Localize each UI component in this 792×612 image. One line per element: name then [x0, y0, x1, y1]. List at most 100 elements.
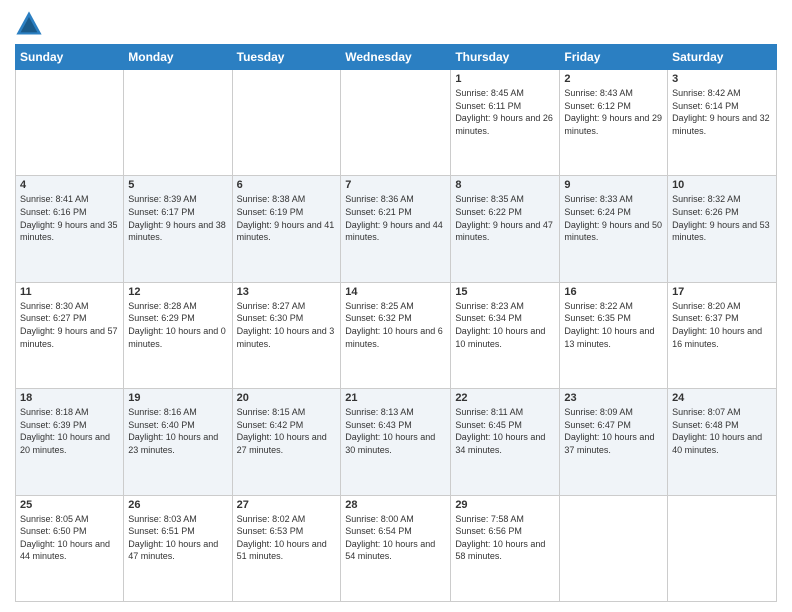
- calendar-cell: [668, 495, 777, 601]
- calendar-cell: 12Sunrise: 8:28 AM Sunset: 6:29 PM Dayli…: [124, 282, 232, 388]
- logo: [15, 10, 47, 38]
- day-info: Sunrise: 8:22 AM Sunset: 6:35 PM Dayligh…: [564, 300, 663, 350]
- header: [15, 10, 777, 38]
- day-info: Sunrise: 8:15 AM Sunset: 6:42 PM Dayligh…: [237, 406, 337, 456]
- week-row-2: 4 Sunrise: 8:41 AM Sunset: 6:16 PM Daylig…: [16, 176, 777, 282]
- day-info: Sunrise: 8:00 AM Sunset: 6:54 PM Dayligh…: [345, 513, 446, 563]
- calendar-cell: 24Sunrise: 8:07 AM Sunset: 6:48 PM Dayli…: [668, 389, 777, 495]
- week-row-1: 1 Sunrise: 8:45 AM Sunset: 6:11 PM Daylig…: [16, 70, 777, 176]
- calendar-cell: 29Sunrise: 7:58 AM Sunset: 6:56 PM Dayli…: [451, 495, 560, 601]
- day-info: Sunrise: 8:13 AM Sunset: 6:43 PM Dayligh…: [345, 406, 446, 456]
- header-row: SundayMondayTuesdayWednesdayThursdayFrid…: [16, 45, 777, 70]
- day-info: Sunrise: 8:05 AM Sunset: 6:50 PM Dayligh…: [20, 513, 119, 563]
- day-info: Sunrise: 7:58 AM Sunset: 6:56 PM Dayligh…: [455, 513, 555, 563]
- day-info: Sunrise: 8:35 AM Sunset: 6:22 PM Dayligh…: [455, 193, 555, 243]
- day-number: 5: [128, 179, 227, 191]
- day-info: Sunrise: 8:25 AM Sunset: 6:32 PM Dayligh…: [345, 300, 446, 350]
- day-info: Sunrise: 8:36 AM Sunset: 6:21 PM Dayligh…: [345, 193, 446, 243]
- day-number: 1: [455, 73, 555, 85]
- calendar-cell: 7 Sunrise: 8:36 AM Sunset: 6:21 PM Daylig…: [341, 176, 451, 282]
- day-number: 14: [345, 286, 446, 298]
- day-number: 20: [237, 392, 337, 404]
- calendar-cell: 15Sunrise: 8:23 AM Sunset: 6:34 PM Dayli…: [451, 282, 560, 388]
- day-number: 13: [237, 286, 337, 298]
- calendar-cell: 5 Sunrise: 8:39 AM Sunset: 6:17 PM Daylig…: [124, 176, 232, 282]
- calendar-cell: 1 Sunrise: 8:45 AM Sunset: 6:11 PM Daylig…: [451, 70, 560, 176]
- day-number: 18: [20, 392, 119, 404]
- calendar-cell: 10 Sunrise: 8:32 AM Sunset: 6:26 PM Dayli…: [668, 176, 777, 282]
- day-number: 10: [672, 179, 772, 191]
- calendar-cell: 20 Sunrise: 8:15 AM Sunset: 6:42 PM Dayli…: [232, 389, 341, 495]
- calendar-cell: 22 Sunrise: 8:11 AM Sunset: 6:45 PM Dayli…: [451, 389, 560, 495]
- day-number: 17: [672, 286, 772, 298]
- day-number: 9: [564, 179, 663, 191]
- day-info: Sunrise: 8:45 AM Sunset: 6:11 PM Dayligh…: [455, 87, 555, 137]
- calendar-cell: 2 Sunrise: 8:43 AM Sunset: 6:12 PM Daylig…: [560, 70, 668, 176]
- day-info: Sunrise: 8:33 AM Sunset: 6:24 PM Dayligh…: [564, 193, 663, 243]
- day-number: 7: [345, 179, 446, 191]
- calendar-cell: 3 Sunrise: 8:42 AM Sunset: 6:14 PM Daylig…: [668, 70, 777, 176]
- calendar-cell: 8 Sunrise: 8:35 AM Sunset: 6:22 PM Daylig…: [451, 176, 560, 282]
- calendar-cell: 16 Sunrise: 8:22 AM Sunset: 6:35 PM Dayli…: [560, 282, 668, 388]
- calendar-cell: 14 Sunrise: 8:25 AM Sunset: 6:32 PM Dayli…: [341, 282, 451, 388]
- day-info: Sunrise: 8:38 AM Sunset: 6:19 PM Dayligh…: [237, 193, 337, 243]
- day-info: Sunrise: 8:16 AM Sunset: 6:40 PM Dayligh…: [128, 406, 227, 456]
- day-number: 21: [345, 392, 446, 404]
- calendar-cell: 18 Sunrise: 8:18 AM Sunset: 6:39 PM Dayli…: [16, 389, 124, 495]
- day-header-tuesday: Tuesday: [232, 45, 341, 70]
- day-header-sunday: Sunday: [16, 45, 124, 70]
- day-info: Sunrise: 8:32 AM Sunset: 6:26 PM Dayligh…: [672, 193, 772, 243]
- calendar-cell: 6 Sunrise: 8:38 AM Sunset: 6:19 PM Daylig…: [232, 176, 341, 282]
- day-header-wednesday: Wednesday: [341, 45, 451, 70]
- calendar-cell: [560, 495, 668, 601]
- day-info: Sunrise: 8:02 AM Sunset: 6:53 PM Dayligh…: [237, 513, 337, 563]
- day-info: Sunrise: 8:39 AM Sunset: 6:17 PM Dayligh…: [128, 193, 227, 243]
- day-number: 4: [20, 179, 119, 191]
- week-row-3: 11 Sunrise: 8:30 AM Sunset: 6:27 PM Dayli…: [16, 282, 777, 388]
- calendar-cell: 21 Sunrise: 8:13 AM Sunset: 6:43 PM Dayli…: [341, 389, 451, 495]
- calendar-cell: 13 Sunrise: 8:27 AM Sunset: 6:30 PM Dayli…: [232, 282, 341, 388]
- day-number: 12: [128, 286, 227, 298]
- day-number: 19: [128, 392, 227, 404]
- day-info: Sunrise: 8:30 AM Sunset: 6:27 PM Dayligh…: [20, 300, 119, 350]
- calendar-cell: 4 Sunrise: 8:41 AM Sunset: 6:16 PM Daylig…: [16, 176, 124, 282]
- day-info: Sunrise: 8:11 AM Sunset: 6:45 PM Dayligh…: [455, 406, 555, 456]
- day-info: Sunrise: 8:20 AM Sunset: 6:37 PM Dayligh…: [672, 300, 772, 350]
- day-number: 24: [672, 392, 772, 404]
- calendar-cell: [16, 70, 124, 176]
- day-header-friday: Friday: [560, 45, 668, 70]
- day-info: Sunrise: 8:42 AM Sunset: 6:14 PM Dayligh…: [672, 87, 772, 137]
- day-number: 8: [455, 179, 555, 191]
- day-info: Sunrise: 8:41 AM Sunset: 6:16 PM Dayligh…: [20, 193, 119, 243]
- calendar-cell: 23Sunrise: 8:09 AM Sunset: 6:47 PM Dayli…: [560, 389, 668, 495]
- calendar-cell: 27 Sunrise: 8:02 AM Sunset: 6:53 PM Dayli…: [232, 495, 341, 601]
- calendar-cell: 25 Sunrise: 8:05 AM Sunset: 6:50 PM Dayli…: [16, 495, 124, 601]
- week-row-4: 18 Sunrise: 8:18 AM Sunset: 6:39 PM Dayli…: [16, 389, 777, 495]
- calendar-cell: 28 Sunrise: 8:00 AM Sunset: 6:54 PM Dayli…: [341, 495, 451, 601]
- day-info: Sunrise: 8:27 AM Sunset: 6:30 PM Dayligh…: [237, 300, 337, 350]
- day-number: 22: [455, 392, 555, 404]
- day-number: 3: [672, 73, 772, 85]
- day-header-monday: Monday: [124, 45, 232, 70]
- day-info: Sunrise: 8:09 AM Sunset: 6:47 PM Dayligh…: [564, 406, 663, 456]
- week-row-5: 25 Sunrise: 8:05 AM Sunset: 6:50 PM Dayli…: [16, 495, 777, 601]
- day-number: 2: [564, 73, 663, 85]
- calendar-cell: 17 Sunrise: 8:20 AM Sunset: 6:37 PM Dayli…: [668, 282, 777, 388]
- day-number: 25: [20, 499, 119, 511]
- day-header-saturday: Saturday: [668, 45, 777, 70]
- day-number: 16: [564, 286, 663, 298]
- day-number: 6: [237, 179, 337, 191]
- calendar-cell: 9 Sunrise: 8:33 AM Sunset: 6:24 PM Daylig…: [560, 176, 668, 282]
- day-number: 27: [237, 499, 337, 511]
- calendar-cell: [341, 70, 451, 176]
- day-info: Sunrise: 8:03 AM Sunset: 6:51 PM Dayligh…: [128, 513, 227, 563]
- calendar-table: SundayMondayTuesdayWednesdayThursdayFrid…: [15, 44, 777, 602]
- day-info: Sunrise: 8:18 AM Sunset: 6:39 PM Dayligh…: [20, 406, 119, 456]
- day-number: 28: [345, 499, 446, 511]
- day-info: Sunrise: 8:43 AM Sunset: 6:12 PM Dayligh…: [564, 87, 663, 137]
- day-header-thursday: Thursday: [451, 45, 560, 70]
- calendar-cell: 19 Sunrise: 8:16 AM Sunset: 6:40 PM Dayli…: [124, 389, 232, 495]
- day-number: 26: [128, 499, 227, 511]
- day-number: 11: [20, 286, 119, 298]
- logo-icon: [15, 10, 43, 38]
